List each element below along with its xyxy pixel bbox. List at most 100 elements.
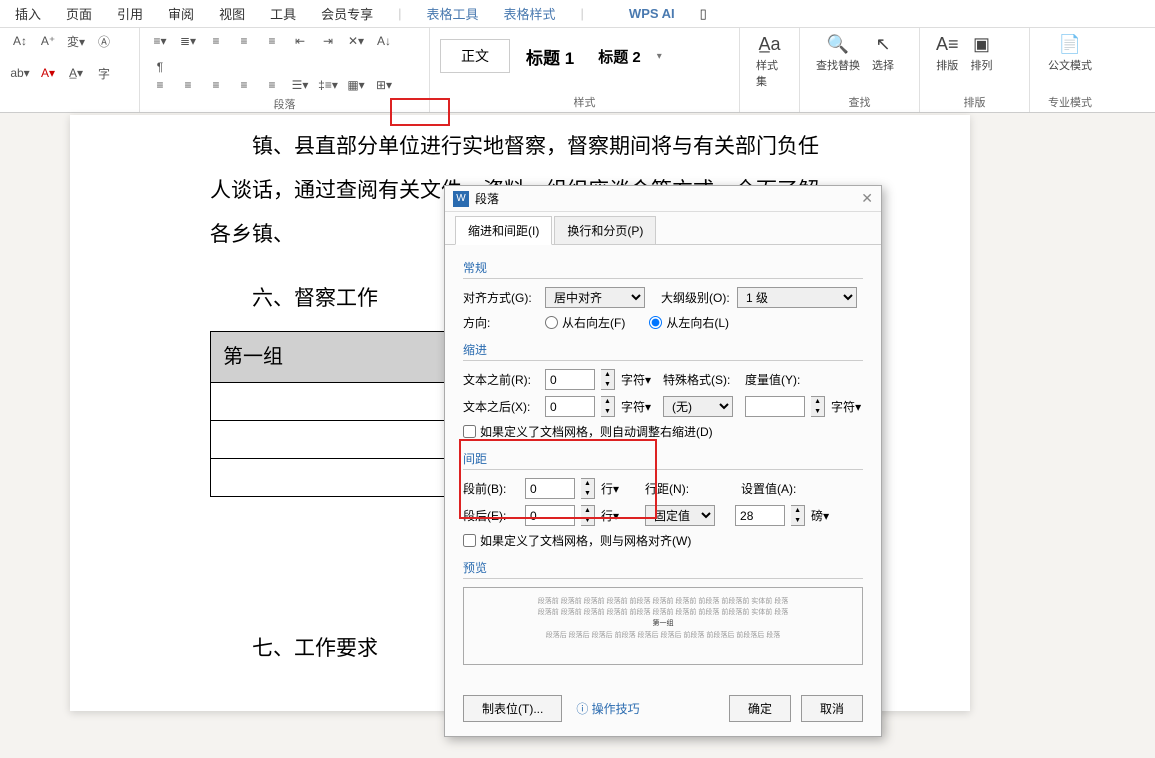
menu-tools[interactable]: 工具 [270,4,296,23]
indent-inc-icon[interactable]: ⇥ [318,32,338,50]
style-normal[interactable]: 正文 [440,39,510,73]
group-find-label: 查找 [810,92,909,110]
phonetic-icon[interactable]: 字 [94,64,114,82]
close-icon[interactable]: ✕ [861,190,873,207]
unit-char3[interactable]: 字符▾ [831,398,861,415]
docmode-button[interactable]: 📄 公文模式 [1040,32,1100,75]
arrangecol-button[interactable]: ▣ 排列 [965,32,999,75]
numbering-icon[interactable]: ≣▾ [178,32,198,50]
unit-line[interactable]: 行▾ [601,480,619,497]
special-select[interactable]: (无) [663,396,733,417]
align-select[interactable]: 居中对齐 [545,287,645,308]
char-border-icon[interactable]: A̲▾ [66,64,86,82]
outline-label: 大纲级别(O): [661,289,731,306]
text-tools-icon[interactable]: ✕▾ [346,32,366,50]
dir-ltr-radio[interactable]: 从左向右(L) [649,314,729,331]
align-right-icon[interactable]: ≡ [262,32,282,50]
menu-review[interactable]: 审阅 [168,4,194,23]
indent-checkbox[interactable]: 如果定义了文档网格，则自动调整右缩进(D) [463,423,713,440]
app-icon: W [453,191,469,207]
dialog-title: 段落 [475,190,499,207]
ribbon: A↕ A⁺ 変▾ Ⓐ ab▾ A▾ A̲▾ 字 ≡▾ ≣▾ ≡ ≡ ≡ ⇤ ⇥ … [0,28,1155,113]
space-after-label: 段后(E): [463,507,519,524]
outline-select[interactable]: 1 级 [737,287,857,308]
space-before-input[interactable] [525,478,575,499]
change-case-icon[interactable]: 変▾ [66,32,86,50]
align-r2-icon[interactable]: ≡ [206,76,226,94]
indent-dec-icon[interactable]: ⇤ [290,32,310,50]
style-h1[interactable]: 标题 1 [518,38,582,75]
spinner[interactable]: ▲▼ [811,396,825,417]
unit-char2[interactable]: 字符▾ [621,398,651,415]
linespace-select[interactable]: 固定值 [645,505,715,526]
unit-pt[interactable]: 磅▾ [811,507,829,524]
spinner[interactable]: ▲▼ [581,505,595,526]
tab-linebreak-paging[interactable]: 换行和分页(P) [554,216,656,245]
before-text-input[interactable] [545,369,595,390]
tabstops-button[interactable]: 制表位(T)... [463,695,562,722]
menu-insert[interactable]: 插入 [15,4,41,23]
menu-view[interactable]: 视图 [219,4,245,23]
metric-input[interactable] [745,396,805,417]
align-left-icon[interactable]: ≡ [206,32,226,50]
border-icon[interactable]: ⊞▾ [374,76,394,94]
spacing-checkbox[interactable]: 如果定义了文档网格，则与网格对齐(W) [463,532,691,549]
align-center-icon[interactable]: ≡ [234,32,254,50]
findreplace-button[interactable]: 🔍 查找替换 [810,32,866,75]
spinner[interactable]: ▲▼ [581,478,595,499]
tab-indent-spacing[interactable]: 缩进和间距(I) [455,216,552,245]
setvalue-input[interactable] [735,505,785,526]
font-grow-icon[interactable]: A⁺ [38,32,58,50]
cursor-icon: ↖ [875,34,890,55]
group-paragraph-label: 段落 [150,94,419,112]
sort-icon[interactable]: A↓ [374,32,394,50]
paragraph-mark-icon[interactable]: ¶ [150,58,170,76]
align-j-icon[interactable]: ≡ [234,76,254,94]
group-layout-label: 排版 [930,92,1019,110]
clear-format-icon[interactable]: Ⓐ [94,32,114,50]
bullets-icon[interactable]: ≡▾ [150,32,170,50]
styleset-button[interactable]: A̲а 样式集 [750,32,789,91]
group-pro-label: 专业模式 [1040,92,1100,110]
distribute-icon[interactable]: ☰▾ [290,76,310,94]
dir-rtl-radio[interactable]: 从右向左(F) [545,314,625,331]
highlight-icon[interactable]: ab▾ [10,64,30,82]
spinner[interactable]: ▲▼ [601,396,615,417]
paragraph-dialog: W 段落 ✕ 缩进和间距(I) 换行和分页(P) 常规 对齐方式(G): 居中对… [444,185,882,737]
metric-label: 度量值(Y): [745,371,815,388]
align-label: 对齐方式(G): [463,289,539,306]
spinner[interactable]: ▲▼ [791,505,805,526]
wps-ai[interactable]: WPS AI [629,6,675,21]
special-label: 特殊格式(S): [663,371,733,388]
align-c2-icon[interactable]: ≡ [178,76,198,94]
layers-icon: ▣ [973,34,990,55]
shading-icon[interactable]: ▦▾ [346,76,366,94]
ai-box-icon[interactable]: ▯ [700,6,707,22]
style-h2[interactable]: 标题 2 [590,40,649,73]
group-style-label: 样式 [440,92,729,110]
align-l2-icon[interactable]: ≡ [150,76,170,94]
styles-more-icon[interactable]: ▾ [657,51,662,62]
tips-link[interactable]: ⓘ 操作技巧 [576,700,639,717]
font-size-icon[interactable]: A↕ [10,32,30,50]
unit-line2[interactable]: 行▾ [601,507,619,524]
menu-page[interactable]: 页面 [66,4,92,23]
linespace-icon[interactable]: ‡≡▾ [318,76,338,94]
unit-char[interactable]: 字符▾ [621,371,651,388]
align-d-icon[interactable]: ≡ [262,76,282,94]
select-button[interactable]: ↖ 选择 [866,32,900,75]
dialog-titlebar[interactable]: W 段落 ✕ [445,186,881,212]
font-color-icon[interactable]: A▾ [38,64,58,82]
space-after-input[interactable] [525,505,575,526]
spinner[interactable]: ▲▼ [601,369,615,390]
menu-vip[interactable]: 会员专享 [321,4,373,23]
menu-tablestyle[interactable]: 表格样式 [504,4,556,23]
textflow-icon: A≡ [936,34,959,55]
cancel-button[interactable]: 取消 [801,695,863,722]
arrange-button[interactable]: A≡ 排版 [930,32,965,75]
setvalue-label: 设置值(A): [741,480,811,497]
menu-reference[interactable]: 引用 [117,4,143,23]
after-text-input[interactable] [545,396,595,417]
menu-tabletools[interactable]: 表格工具 [427,4,479,23]
ok-button[interactable]: 确定 [729,695,791,722]
